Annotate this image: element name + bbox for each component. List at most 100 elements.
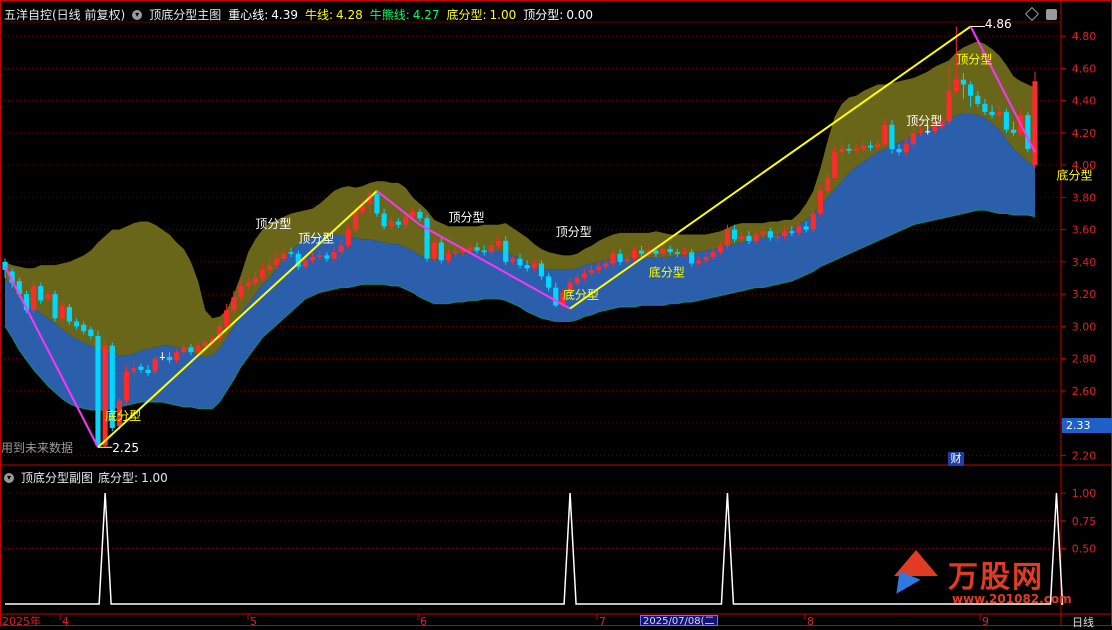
x-tick-label-3: 6 [420, 615, 427, 626]
sub-indicator-title[interactable]: 顶底分型副图 [21, 469, 93, 486]
candle-body-115 [824, 178, 831, 191]
candle-body-80 [574, 277, 580, 283]
x-tick-label-1: 4 [62, 615, 69, 626]
candle-body-136 [975, 95, 981, 104]
candle-body-132 [946, 90, 952, 122]
candle-body-100 [717, 245, 723, 253]
candle-body-34 [245, 282, 251, 287]
annotation-4: 底分型 [563, 287, 599, 302]
candle-body-112 [803, 226, 809, 230]
candle-body-127 [910, 132, 916, 145]
candle-body-135 [968, 84, 974, 96]
candle-body-8 [59, 305, 65, 319]
indicator-label-0: 重心线: [228, 8, 269, 22]
sub-indicator-label: 底分型: [98, 471, 139, 485]
candle-body-122 [875, 144, 881, 148]
candle-body-141 [1010, 129, 1017, 133]
indicator-value-1: 4.28 [336, 8, 363, 22]
candle-body-38 [274, 258, 280, 266]
y-tick-label-0: 4.80 [1072, 30, 1097, 43]
candle-body-7 [52, 294, 58, 319]
maximize-icon[interactable] [1046, 9, 1057, 20]
candle-body-75 [538, 263, 545, 277]
candle-body-104 [746, 236, 752, 241]
sub-indicator-menu-icon[interactable]: ▾ [4, 472, 14, 483]
finance-badge[interactable]: 财 [948, 452, 964, 466]
main-chart[interactable]: 4.804.604.404.204.003.803.603.403.203.00… [0, 0, 1112, 626]
candle-body-76 [546, 276, 552, 288]
candle-body-9 [66, 306, 72, 322]
candle-body-109 [782, 231, 788, 237]
annotation-6: 底分型 [649, 264, 685, 279]
indicator-value-4: 0.00 [566, 8, 594, 22]
future-data-note: 用到未来数据 [1, 441, 74, 455]
candle-body-140 [1003, 111, 1009, 130]
candle-body-43 [309, 257, 316, 261]
candle-body-139 [996, 111, 1002, 116]
candle-body-106 [760, 231, 766, 235]
candle-body-55 [395, 221, 401, 225]
candle-body-56 [402, 216, 409, 225]
candle-body-40 [288, 252, 294, 254]
candle-body-12 [88, 329, 94, 337]
indicator-menu-icon[interactable]: ▾ [132, 9, 143, 20]
period-label[interactable]: 日线 [1072, 614, 1094, 630]
stock-title[interactable]: 五洋自控(日线 前复权) [4, 6, 125, 23]
candle-body-28 [202, 342, 208, 346]
candle-body-89 [639, 250, 645, 254]
candle-body-25 [181, 347, 187, 353]
candle-body-129 [925, 131, 931, 133]
candle-body-33 [238, 286, 244, 298]
candle-body-26 [188, 347, 194, 353]
candle-body-92 [660, 248, 666, 254]
sub-y-tick-label-2: 0.50 [1072, 543, 1097, 556]
candle-body-36 [259, 269, 266, 278]
candle-body-72 [517, 258, 523, 266]
candle-body-103 [739, 236, 745, 240]
candle-body-59 [424, 218, 430, 259]
candle-body-14 [102, 345, 108, 446]
candle-body-69 [495, 240, 502, 246]
x-tick-label-2: 5 [250, 615, 257, 626]
sub-header: ▾ 顶底分型副图 底分型: 1.00 [4, 469, 175, 486]
y-tick-label-8: 3.20 [1072, 288, 1097, 301]
candle-body-74 [531, 263, 537, 269]
candle-body-137 [982, 103, 988, 112]
candle-body-84 [603, 263, 609, 267]
y-tick-label-7: 3.40 [1072, 256, 1097, 269]
candle-body-134 [960, 79, 967, 85]
candle-body-113 [810, 213, 816, 230]
candle-body-98 [703, 257, 709, 261]
date-highlight: 2025/07/08(二 [640, 615, 718, 627]
candle-body-24 [174, 352, 180, 361]
candle-body-54 [388, 221, 394, 227]
candle-body-57 [410, 211, 416, 217]
candle-body-37 [267, 265, 273, 270]
y-tick-label-11: 2.60 [1072, 385, 1097, 398]
y-tick-label-10: 2.80 [1072, 353, 1097, 366]
chart-window: 4.80 4.60 4.40 4.20 4.00 3.80 3.60 3.40 3.20 3.00… [0, 0, 1112, 629]
candle-body-123 [882, 124, 888, 145]
candle-body-60 [431, 242, 437, 259]
annotation-0: 底分型 [105, 408, 141, 423]
candle-body-32 [231, 297, 237, 311]
annotation-10: 4.86 [985, 17, 1012, 31]
candle-body-20 [145, 369, 151, 374]
candle-body-124 [889, 124, 895, 149]
annotation-1: 顶分型 [255, 217, 291, 231]
watermark-brand: 万股网 [948, 560, 1044, 595]
indicator-title[interactable]: 顶底分型主图 [149, 6, 221, 23]
candle-body-107 [767, 231, 773, 238]
candle-body-125 [896, 148, 902, 153]
candle-body-53 [381, 213, 387, 227]
watermark-logo: 万股网 www.201082.com [887, 548, 1072, 613]
candle-body-93 [667, 248, 673, 253]
annotation-5: 顶分型 [556, 225, 592, 239]
candle-body-108 [774, 236, 781, 238]
x-tick-label-5: 8 [807, 615, 814, 626]
candle-body-5 [38, 286, 44, 301]
candle-body-62 [445, 253, 452, 261]
y-tick-label-2: 4.40 [1072, 95, 1097, 108]
candle-body-102 [732, 229, 738, 240]
x-tick-label-6: 9 [982, 615, 989, 626]
